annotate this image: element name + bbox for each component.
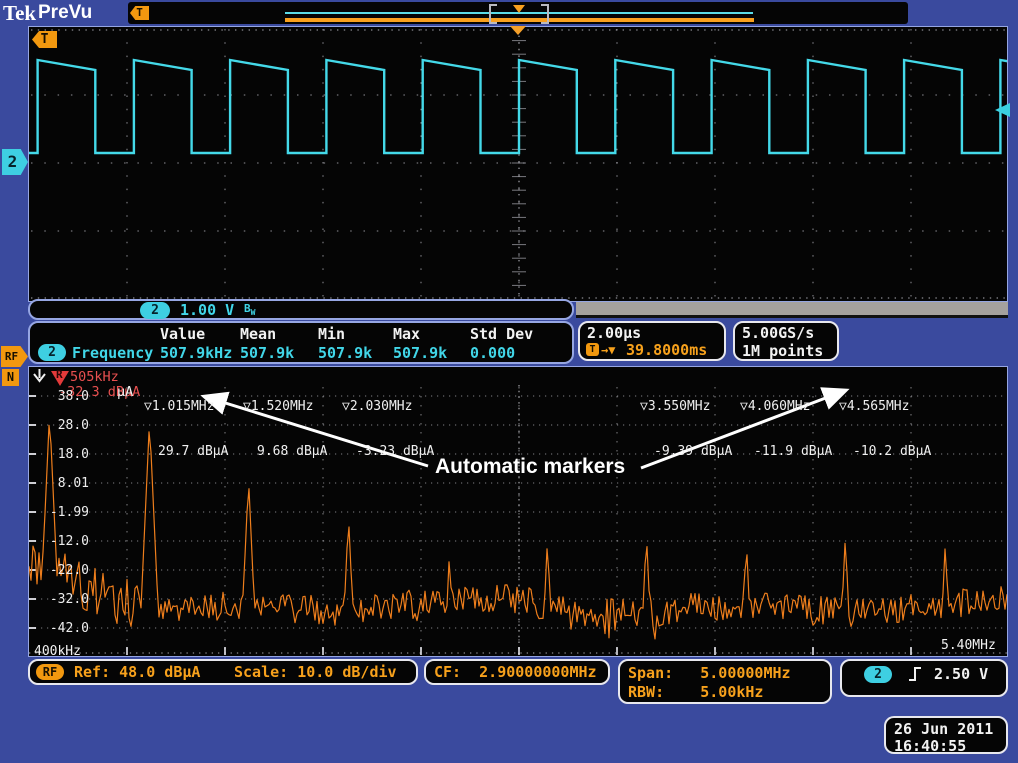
meas-header-max: Max [393,325,420,343]
trigger-position-marker-icon[interactable] [510,26,526,35]
rising-edge-icon [908,665,922,683]
ch2-readout-strip[interactable]: 2 1.00 V BW [28,299,574,320]
automatic-markers-annotation: Automatic markers [435,455,625,479]
active-marker-arrow-icon [32,368,47,389]
date-readout: 26 Jun 2011 [894,720,993,738]
reference-marker-r-label: R [56,368,63,381]
auto-peak-marker: ▽4.060MHz -11.9 dBµA [740,369,832,489]
rf-cf-readout: CF: 2.90000000MHz [434,663,597,681]
rf-center-frequency-box[interactable]: CF: 2.90000000MHz [424,659,610,685]
overview-trigger-position-icon[interactable] [513,5,525,13]
sample-rate-readout: 5.00GS/s [742,324,814,342]
ch2-position-badge[interactable]: 2 [2,149,28,175]
marker-triangle-icon: ▽ [144,399,152,414]
auto-peak-marker: ▽3.550MHz -9.39 dBµA [640,369,732,489]
amplitude-units-label: µA [117,384,133,400]
rf-ref-level-readout: Ref: 48.0 dBµA [74,663,200,681]
time-readout: 16:40:55 [894,737,966,755]
rf-span-readout: Span: 5.00000MHz [628,664,791,682]
y-axis-tick-label: 28.0 [37,418,89,433]
rf-normal-trace-badge[interactable]: N [2,369,19,386]
trigger-source-badge: 2 [864,666,892,683]
y-axis-tick-label: 8.01 [37,476,89,491]
y-axis-tick-label: 38.0 [37,389,89,404]
meas-header-min: Min [318,325,345,343]
ch2-waveform-trace [29,27,1007,301]
bandwidth-limit-icon: BW [244,302,255,317]
meas-max: 507.9k [393,344,447,362]
rf-scale-readout: Scale: 10.0 dB/div [234,663,397,681]
y-axis-tick-label: 18.0 [37,447,89,462]
overview-rf-trace [285,18,754,22]
acquisition-overview-bar[interactable]: T [128,2,908,24]
meas-source-badge: 2 [38,344,66,361]
rf-normal-trace-badge-label: N [7,370,14,384]
ch2-position-badge-label: 2 [8,152,18,171]
start-frequency-label: 400kHz [34,644,81,659]
rf-badge: RF [36,664,64,680]
delay-arrow-icons: →▼ [601,343,615,357]
horizontal-readout-box[interactable]: 2.00µs T →▼ 39.8000ms [578,321,726,361]
rf-position-badge-label: RF [5,350,18,363]
measurement-table: Value Mean Min Max Std Dev 2 Frequency 5… [28,321,574,364]
marker-triangle-icon: ▽ [740,399,748,414]
auto-peak-marker: ▽4.565MHz -10.2 dBµA [839,369,931,489]
meas-header-mean: Mean [240,325,276,343]
meas-value: 507.9kHz [160,344,232,362]
trigger-readout-box[interactable]: 2 2.50 V [840,659,1008,697]
ch2-badge: 2 [140,302,170,319]
trigger-flag-icon: T [130,6,149,20]
time-domain-window: T [28,26,1008,302]
marker-triangle-icon: ▽ [243,399,251,414]
meas-header-stddev: Std Dev [470,325,533,343]
horizontal-scrollbar[interactable] [576,302,1008,318]
tek-logo: Tek [3,1,36,26]
marker-triangle-icon: ▽ [342,399,350,414]
record-readout-box[interactable]: 5.00GS/s 1M points [733,321,839,361]
rf-spectrum-window: R 505kHz -32.3 dBµA µA ▽ 400kHz 5.40MHz … [28,366,1008,657]
meas-min: 507.9k [318,344,372,362]
ch2-scale-readout: 1.00 V [180,301,234,319]
y-axis-tick-label: -12.0 [37,534,89,549]
record-length-readout: 1M points [742,342,823,360]
acquisition-status: PreVu [38,2,92,24]
y-axis-tick-label: -42.0 [37,621,89,636]
rf-span-rbw-box[interactable]: Span: 5.00000MHz RBW: 5.00kHz [618,659,832,704]
trigger-level-readout: 2.50 V [934,665,988,683]
oscilloscope-screen: Tek PreVu T T 2 RF N 2 1.00 V BW Value M… [0,0,1018,763]
horizontal-scale-readout: 2.00µs [587,324,641,342]
datetime-box: 26 Jun 2011 16:40:55 [884,716,1008,754]
trigger-t-icon: T [586,343,599,356]
y-axis-tick-label: -22.0 [37,563,89,578]
rf-ref-scale-box[interactable]: RF Ref: 48.0 dBµA Scale: 10.0 dB/div [28,659,418,685]
meas-stddev: 0.000 [470,344,515,362]
y-axis-tick-label: -1.99 [37,505,89,520]
auto-peak-marker: ▽2.030MHz -3.23 dBµA [342,369,434,489]
rf-position-badge[interactable]: RF [1,346,28,367]
stop-frequency-label: 5.40MHz [941,638,996,653]
rf-rbw-readout: RBW: 5.00kHz [628,683,763,701]
marker-triangle-icon: ▽ [839,399,847,414]
trigger-delay-readout: 39.8000ms [626,341,707,359]
marker-triangle-icon: ▽ [640,399,648,414]
auto-peak-marker: ▽1.015MHz 29.7 dBµA [144,369,228,489]
auto-peak-marker: ▽1.520MHz 9.68 dBµA [243,369,327,489]
ref-marker-freq: 505kHz [70,369,119,385]
meas-header-value: Value [160,325,205,343]
meas-name: Frequency [72,344,153,362]
window-bracket-left[interactable] [489,4,497,24]
meas-mean: 507.9k [240,344,294,362]
window-bracket-right[interactable] [541,4,549,24]
y-axis-tick-label: -32.0 [37,592,89,607]
